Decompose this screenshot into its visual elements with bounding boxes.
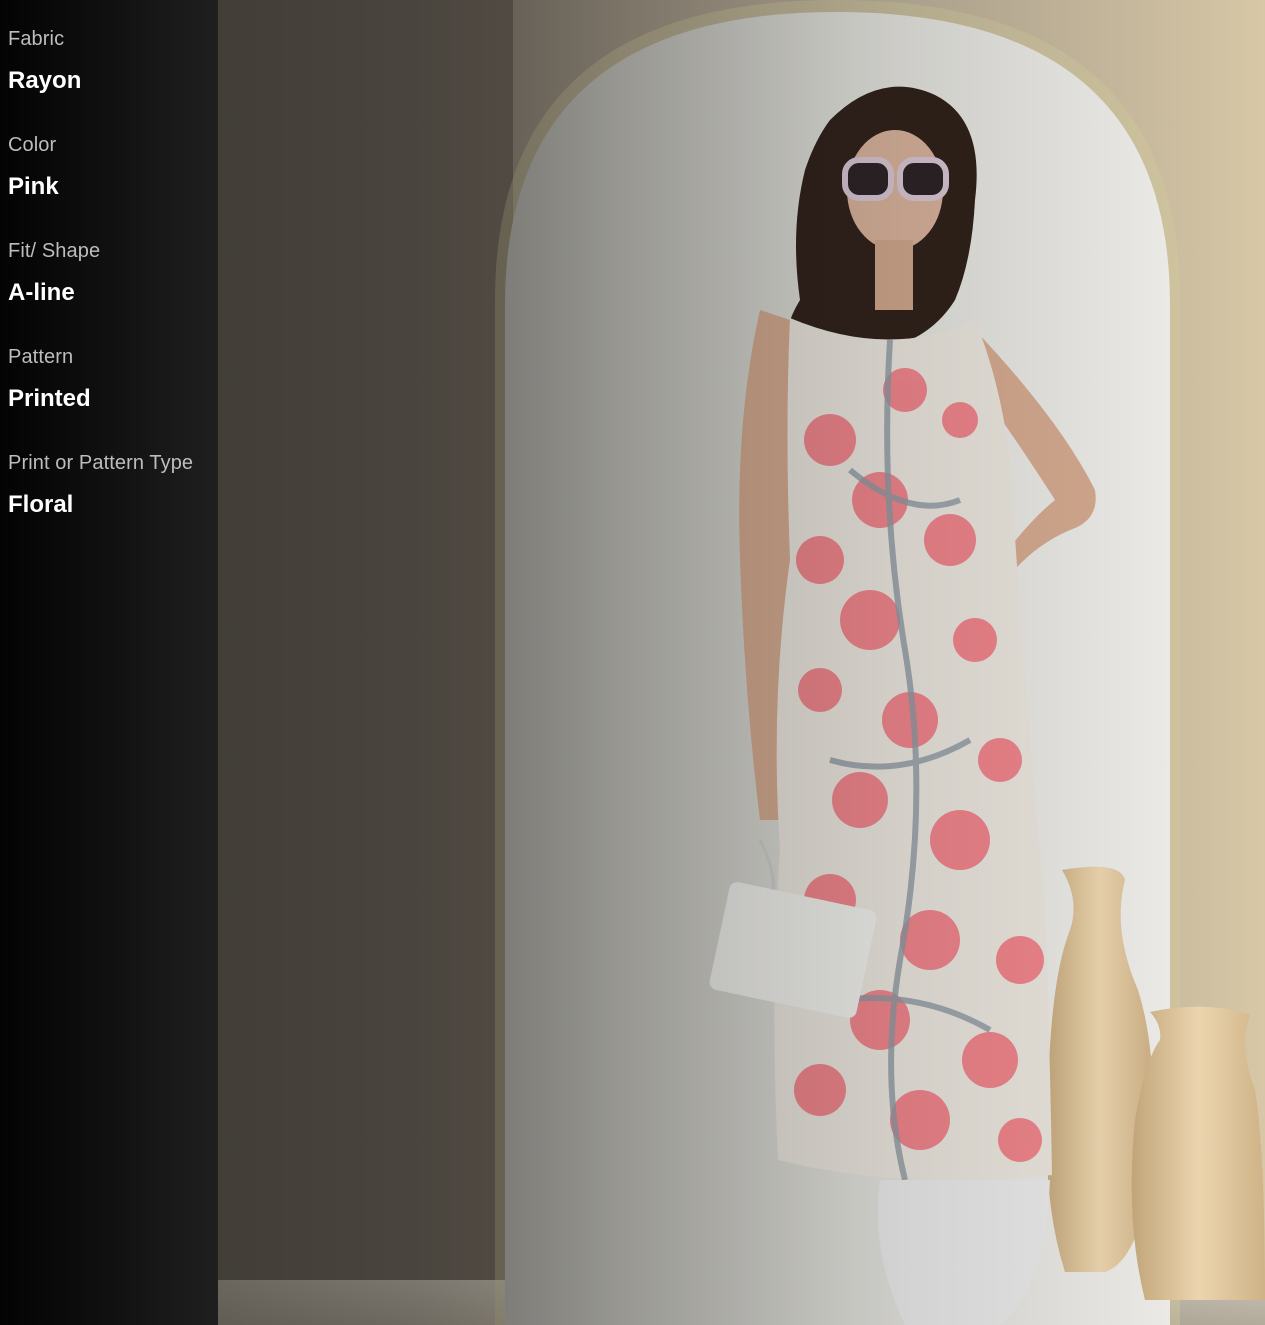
attribute-pattern: Pattern Printed [8,342,218,448]
product-detail-view: Fabric Rayon Color Pink Fit/ Shape A-lin… [0,0,1265,1325]
attribute-fabric: Fabric Rayon [8,24,218,130]
attribute-value: Pink [8,173,59,200]
attribute-color: Color Pink [8,130,218,236]
attribute-label: Color [8,134,57,156]
attribute-label: Pattern [8,346,74,368]
attribute-value: Rayon [8,67,82,94]
attribute-value: Printed [8,385,91,412]
attribute-label: Fit/ Shape [8,240,101,262]
product-attributes-panel: Fabric Rayon Color Pink Fit/ Shape A-lin… [0,0,218,1325]
attribute-print-type: Print or Pattern Type Floral [8,448,218,554]
attribute-label: Fabric [8,28,65,50]
attribute-value: A-line [8,279,75,306]
attribute-fit-shape: Fit/ Shape A-line [8,236,218,342]
attribute-value: Floral [8,491,74,518]
attribute-label: Print or Pattern Type [8,452,194,474]
attribute-list: Fabric Rayon Color Pink Fit/ Shape A-lin… [8,24,218,554]
